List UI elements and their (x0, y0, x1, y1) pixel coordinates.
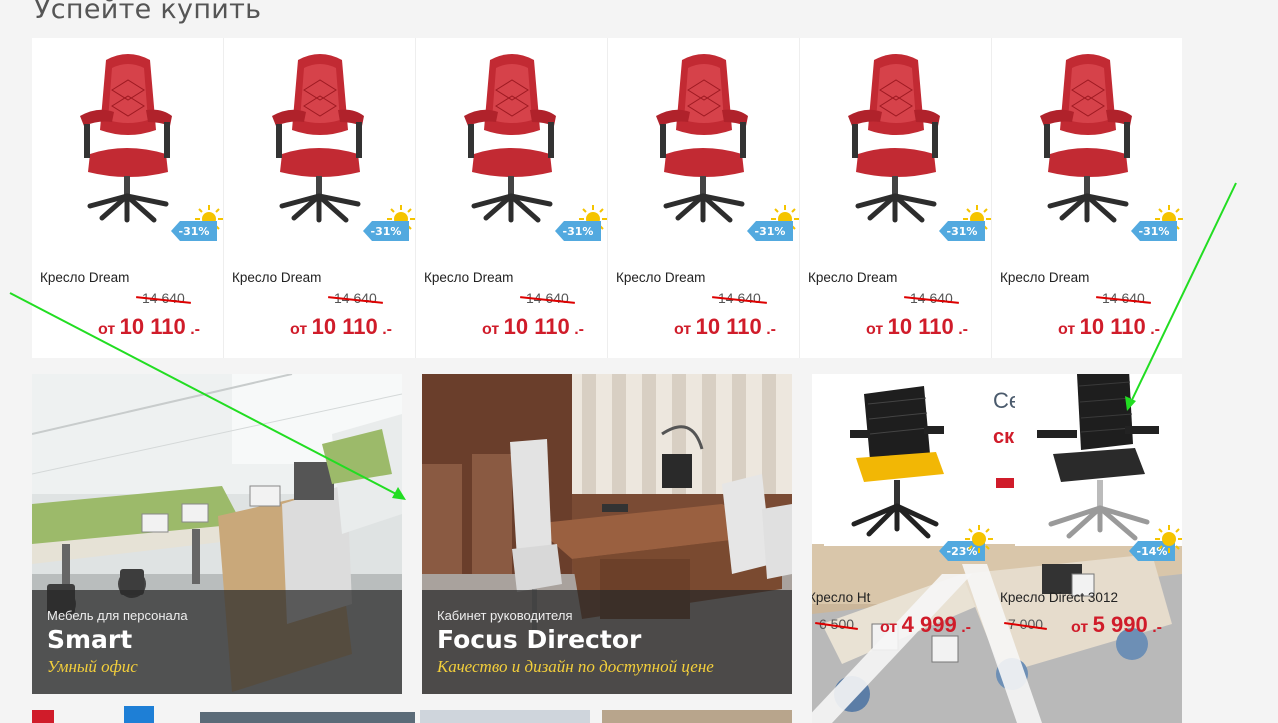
sun-icon (965, 525, 993, 553)
next-row-strip (32, 706, 792, 723)
old-price: 14 640 (718, 290, 761, 306)
banner-smart[interactable]: Мебель для персонала Smart Умный офис (32, 374, 402, 694)
image-edge (420, 710, 590, 723)
product-name[interactable]: Кресло Dream (808, 270, 897, 285)
office-chair-image (464, 54, 556, 223)
product-card[interactable]: -31% Кресло Dream 14 640 от 10 110 .- (224, 38, 416, 358)
new-price: от 10 110 .- (98, 314, 200, 339)
product-card[interactable]: -31% Кресло Dream 14 640 от 10 110 .- (416, 38, 608, 358)
product-name[interactable]: Кресло Dream (232, 270, 321, 285)
banner-tagline: Качество и дизайн по доступной цене (437, 657, 714, 676)
section-title: Успейте купить (34, 0, 262, 25)
banner-focus-director[interactable]: Кабинет руководителя Focus Director Каче… (422, 374, 792, 694)
image-edge (200, 712, 415, 723)
old-price: 14 640 (142, 290, 185, 306)
old-price: 14 640 (1102, 290, 1145, 306)
discount-badge: -31% (939, 221, 985, 241)
product-card[interactable]: -31% Кресло Dream 14 640 от 10 110 .- (32, 38, 224, 358)
banner-title: Focus Director (437, 625, 642, 654)
discount-badge: -31% (363, 221, 409, 241)
new-price: от 10 110 .- (482, 314, 584, 339)
new-price: от 5 990 .- (1071, 612, 1162, 637)
banner-caption: Кабинет руководителя Focus Director Каче… (422, 590, 792, 694)
partial-red-text: ск (993, 426, 1015, 448)
discount-badge: -31% (555, 221, 601, 241)
product-grid: -31% Кресло Dream 14 640 от 10 110 .- -3… (32, 38, 1183, 358)
office-chair-image (1040, 54, 1132, 223)
office-chair-image (272, 54, 364, 223)
office-chair-image (80, 54, 172, 223)
office-chair-image (656, 54, 748, 223)
banner-subtitle: Мебель для персонала (47, 608, 188, 623)
discount-badge: -31% (171, 221, 217, 241)
product-name: Кресло Direct 3012 (1000, 590, 1118, 605)
office-chair-image (1037, 374, 1159, 541)
old-price: 14 640 (526, 290, 569, 306)
old-price: 14 640 (910, 290, 953, 306)
new-price: от 4 999 .- (880, 612, 971, 637)
product-card[interactable]: -31% Кресло Dream 14 640 от 10 110 .- (800, 38, 992, 358)
right-panel: Се ск -23% -14% Кресло Ht 6 500 от 4 999… (812, 374, 1182, 723)
product-name[interactable]: Кресло Dream (1000, 270, 1089, 285)
old-price: 6 500 (819, 616, 855, 632)
product-name[interactable]: Кресло Dream (40, 270, 129, 285)
banner-tagline: Умный офис (47, 657, 138, 676)
old-price: 7 000 (1008, 616, 1044, 632)
old-price: 14 640 (334, 290, 377, 306)
new-price: от 10 110 .- (1058, 314, 1160, 339)
office-chair-image (848, 54, 940, 223)
banner-subtitle: Кабинет руководителя (437, 608, 573, 623)
banner-title: Smart (47, 625, 133, 654)
product-thumb[interactable] (824, 374, 966, 546)
red-marker (32, 710, 54, 723)
product-card[interactable]: -31% Кресло Dream 14 640 от 10 110 .- (608, 38, 800, 358)
banner-caption: Мебель для персонала Smart Умный офис (32, 590, 402, 694)
discount-badge: -31% (747, 221, 793, 241)
office-chair-image (850, 386, 944, 539)
sun-icon (1155, 525, 1182, 553)
product-name[interactable]: Кресло Dream (424, 270, 513, 285)
new-price: от 10 110 .- (866, 314, 968, 339)
image-edge (602, 710, 792, 723)
page: Успейте купить -31% Кресло Dream 14 640 … (0, 0, 1278, 723)
product-thumb[interactable] (1015, 374, 1182, 546)
product-name[interactable]: Кресло Dream (616, 270, 705, 285)
chair-thumb-edge (124, 706, 154, 723)
product-card[interactable]: -31% Кресло Dream 14 640 от 10 110 .- (992, 38, 1183, 358)
discount-badge: -31% (1131, 221, 1177, 241)
new-price: от 10 110 .- (674, 314, 776, 339)
new-price: от 10 110 .- (290, 314, 392, 339)
partial-red-mark (996, 478, 1014, 488)
product-name: Кресло Ht (812, 590, 871, 605)
